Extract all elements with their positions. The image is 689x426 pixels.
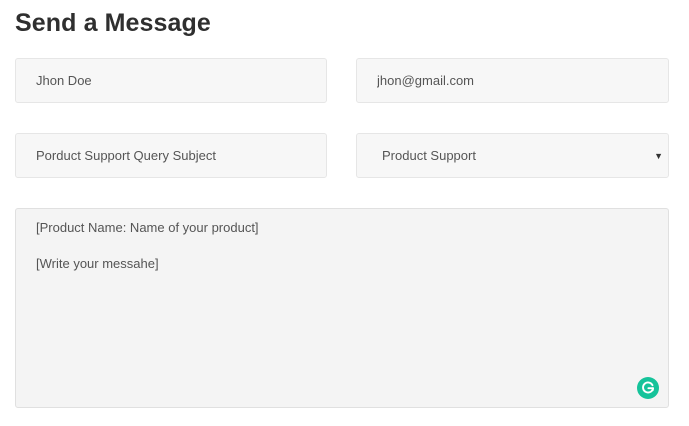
message-line-product: [Product Name: Name of your product] xyxy=(36,220,259,235)
department-select[interactable]: Product Support ▼ xyxy=(356,133,669,178)
subject-field[interactable]: Porduct Support Query Subject xyxy=(15,133,327,178)
name-field[interactable]: Jhon Doe xyxy=(15,58,327,103)
send-message-form: Send a Message Jhon Doe jhon@gmail.com P… xyxy=(0,0,689,426)
chevron-down-icon: ▼ xyxy=(654,150,663,161)
message-line-body: [Write your messahe] xyxy=(36,256,159,271)
form-title: Send a Message xyxy=(15,9,211,37)
email-field[interactable]: jhon@gmail.com xyxy=(356,58,669,103)
grammarly-icon[interactable] xyxy=(637,377,659,399)
department-selected-value: Product Support xyxy=(382,148,476,163)
subject-value: Porduct Support Query Subject xyxy=(36,148,216,163)
name-value: Jhon Doe xyxy=(36,73,92,88)
email-value: jhon@gmail.com xyxy=(377,73,475,88)
grammarly-g-glyph xyxy=(642,381,654,394)
message-textarea[interactable]: [Product Name: Name of your product] [Wr… xyxy=(15,208,669,408)
